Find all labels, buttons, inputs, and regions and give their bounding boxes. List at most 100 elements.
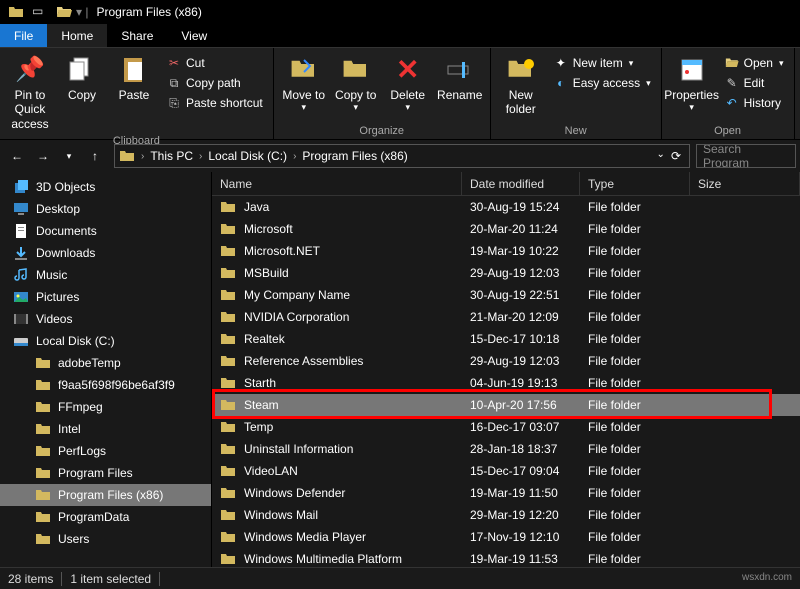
open-button[interactable]: Open▾ bbox=[722, 54, 786, 72]
file-row[interactable]: Microsoft.NET19-Mar-19 10:22File folder bbox=[212, 240, 800, 262]
file-row[interactable]: MSBuild29-Aug-19 12:03File folder bbox=[212, 262, 800, 284]
copy-button[interactable]: Copy bbox=[56, 52, 108, 104]
file-row[interactable]: Starth04-Jun-19 19:13File folder bbox=[212, 372, 800, 394]
copypath-button[interactable]: ⧉Copy path bbox=[164, 74, 265, 92]
tree-item[interactable]: Music bbox=[0, 264, 211, 286]
tree-item[interactable]: FFmpeg bbox=[0, 396, 211, 418]
tree-item[interactable]: Videos bbox=[0, 308, 211, 330]
file-row[interactable]: Windows Mail29-Mar-19 12:20File folder bbox=[212, 504, 800, 526]
folder-icon bbox=[34, 421, 52, 437]
crumb-thispc[interactable]: This PC bbox=[146, 145, 197, 167]
tree-item[interactable]: adobeTemp bbox=[0, 352, 211, 374]
col-date[interactable]: Date modified bbox=[462, 172, 580, 195]
chevron-right-icon[interactable]: › bbox=[291, 151, 298, 162]
history-button[interactable]: ↶History bbox=[722, 94, 786, 112]
tree-label: Desktop bbox=[36, 202, 80, 216]
file-name: Starth bbox=[244, 376, 276, 390]
tab-share[interactable]: Share bbox=[107, 24, 167, 47]
file-date: 15-Dec-17 09:04 bbox=[462, 464, 580, 478]
nav-up[interactable]: ↑ bbox=[86, 147, 104, 165]
group-organize: Organize bbox=[278, 123, 486, 139]
delete-button[interactable]: ✕Delete▾ bbox=[382, 52, 434, 115]
file-date: 04-Jun-19 19:13 bbox=[462, 376, 580, 390]
copyto-button[interactable]: Copy to▾ bbox=[330, 52, 382, 115]
tree-item[interactable]: Intel bbox=[0, 418, 211, 440]
tree-item[interactable]: Program Files bbox=[0, 462, 211, 484]
tree-item[interactable]: Users bbox=[0, 528, 211, 550]
tree-item[interactable]: Desktop bbox=[0, 198, 211, 220]
col-type[interactable]: Type bbox=[580, 172, 690, 195]
scissors-icon: ✂ bbox=[166, 55, 182, 71]
file-row[interactable]: My Company Name30-Aug-19 22:51File folde… bbox=[212, 284, 800, 306]
nav-recent[interactable]: ▾ bbox=[60, 147, 78, 165]
file-row[interactable]: VideoLAN15-Dec-17 09:04File folder bbox=[212, 460, 800, 482]
file-row[interactable]: Steam10-Apr-20 17:56File folder bbox=[212, 394, 800, 416]
file-type: File folder bbox=[580, 530, 690, 544]
tree-item[interactable]: Documents bbox=[0, 220, 211, 242]
file-row[interactable]: Realtek15-Dec-17 10:18File folder bbox=[212, 328, 800, 350]
properties-button[interactable]: Properties▾ bbox=[666, 52, 718, 115]
tree-label: Music bbox=[36, 268, 67, 282]
paste-button[interactable]: Paste bbox=[108, 52, 160, 104]
file-row[interactable]: Temp16-Dec-17 03:07File folder bbox=[212, 416, 800, 438]
properties-icon bbox=[676, 54, 708, 86]
easyaccess-button[interactable]: ◐Easy access▾ bbox=[551, 74, 653, 92]
tab-file[interactable]: File bbox=[0, 24, 47, 47]
file-row[interactable]: Uninstall Information28-Jan-18 18:37File… bbox=[212, 438, 800, 460]
newfolder-button[interactable]: New folder bbox=[495, 52, 547, 119]
tab-home[interactable]: Home bbox=[47, 24, 107, 47]
pin-button[interactable]: 📌Pin to Quick access bbox=[4, 52, 56, 133]
chevron-right-icon[interactable]: › bbox=[139, 151, 146, 162]
file-row[interactable]: Reference Assemblies29-Aug-19 12:03File … bbox=[212, 350, 800, 372]
folder-icon bbox=[119, 148, 135, 164]
file-row[interactable]: Windows Defender19-Mar-19 11:50File fold… bbox=[212, 482, 800, 504]
refresh-icon[interactable]: ⟳ bbox=[671, 149, 681, 163]
folder-icon bbox=[34, 355, 52, 371]
file-name: My Company Name bbox=[244, 288, 350, 302]
tree-item[interactable]: Pictures bbox=[0, 286, 211, 308]
pin-icon: 📌 bbox=[14, 54, 46, 86]
tree-label: Pictures bbox=[36, 290, 79, 304]
status-bar: 28 items 1 item selected bbox=[0, 567, 800, 589]
crumb-c[interactable]: Local Disk (C:) bbox=[204, 145, 291, 167]
column-headers: Name Date modified Type Size bbox=[212, 172, 800, 196]
newitem-button[interactable]: ✦New item▾ bbox=[551, 54, 653, 72]
chevron-right-icon[interactable]: › bbox=[197, 151, 204, 162]
crumb-current[interactable]: Program Files (x86) bbox=[298, 145, 411, 167]
folder-icon bbox=[220, 331, 236, 347]
tree-item[interactable]: Program Files (x86) bbox=[0, 484, 211, 506]
pasteshort-button[interactable]: ⎘Paste shortcut bbox=[164, 94, 265, 112]
file-row[interactable]: Java30-Aug-19 15:24File folder bbox=[212, 196, 800, 218]
folder-icon bbox=[220, 397, 236, 413]
search-input[interactable]: Search Program bbox=[696, 144, 796, 168]
cut-button[interactable]: ✂Cut bbox=[164, 54, 265, 72]
col-name[interactable]: Name bbox=[212, 172, 462, 195]
rename-button[interactable]: Rename bbox=[434, 52, 486, 104]
qat-props-icon[interactable]: ▭ bbox=[32, 4, 48, 20]
file-row[interactable]: Windows Media Player17-Nov-19 12:10File … bbox=[212, 526, 800, 548]
tree-item[interactable]: 3D Objects bbox=[0, 176, 211, 198]
tree-item[interactable]: f9aa5f698f96be6af3f9 bbox=[0, 374, 211, 396]
address-bar[interactable]: › This PC › Local Disk (C:) › Program Fi… bbox=[114, 144, 690, 168]
tab-view[interactable]: View bbox=[167, 24, 221, 47]
moveto-button[interactable]: Move to▾ bbox=[278, 52, 330, 115]
col-size[interactable]: Size bbox=[690, 172, 800, 195]
tree-item[interactable]: PerfLogs bbox=[0, 440, 211, 462]
file-name: Windows Media Player bbox=[244, 530, 366, 544]
nav-back[interactable]: ← bbox=[8, 147, 26, 165]
folder-icon bbox=[34, 443, 52, 459]
file-row[interactable]: Windows Multimedia Platform19-Mar-19 11:… bbox=[212, 548, 800, 567]
tree-item[interactable]: ProgramData bbox=[0, 506, 211, 528]
file-date: 15-Dec-17 10:18 bbox=[462, 332, 580, 346]
file-row[interactable]: NVIDIA Corporation21-Mar-20 12:09File fo… bbox=[212, 306, 800, 328]
tree-item[interactable]: Downloads bbox=[0, 242, 211, 264]
addr-dropdown[interactable]: ⌄ bbox=[657, 149, 665, 163]
file-name: Steam bbox=[244, 398, 279, 412]
copy-icon bbox=[66, 54, 98, 86]
tree-item[interactable]: Local Disk (C:) bbox=[0, 330, 211, 352]
file-date: 29-Mar-19 12:20 bbox=[462, 508, 580, 522]
nav-forward[interactable]: → bbox=[34, 147, 52, 165]
navigation-tree: 3D Objects Desktop DocumentsDownloads Music… bbox=[0, 172, 212, 567]
edit-button[interactable]: ✎Edit bbox=[722, 74, 786, 92]
file-row[interactable]: Microsoft20-Mar-20 11:24File folder bbox=[212, 218, 800, 240]
